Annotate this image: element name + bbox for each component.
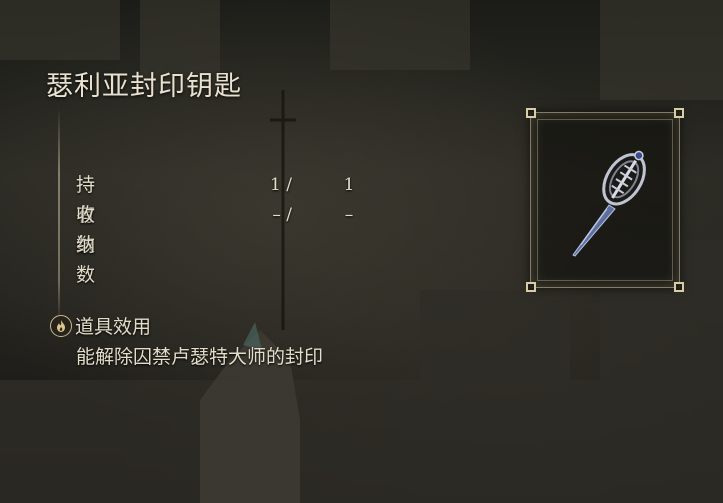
stat-held-value: 1 / [270, 175, 292, 195]
frame-corner [674, 282, 684, 292]
item-image-frame [526, 108, 684, 292]
frame-corner [526, 108, 536, 118]
stat-label: 收纳数 [76, 204, 96, 286]
frame-corner [526, 282, 536, 292]
effect-header: 道具效用 [50, 312, 151, 339]
divider-line [58, 108, 60, 323]
seal-key-icon [572, 150, 646, 257]
stat-max-value: 1 [343, 175, 355, 195]
item-name: 瑟利亚封印钥匙 [46, 71, 242, 102]
effect-description: 能解除囚禁卢瑟特大师的封印 [76, 346, 324, 368]
stat-held-value: – / [272, 205, 292, 225]
effect-title: 道具效用 [75, 316, 152, 338]
flame-circle-icon [50, 314, 72, 337]
stat-max-value: – [344, 205, 354, 225]
frame-corner [674, 108, 684, 118]
